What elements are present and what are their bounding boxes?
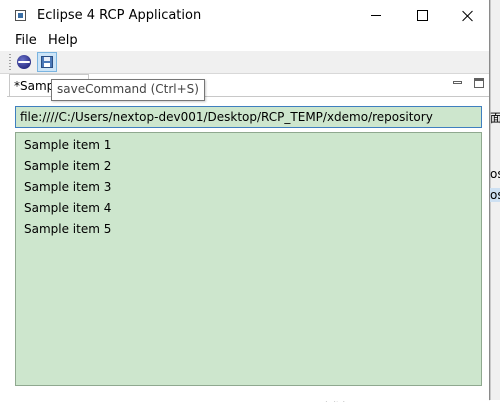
- view-controls: [453, 78, 484, 88]
- maximize-button[interactable]: [399, 0, 445, 31]
- close-icon: [462, 10, 474, 22]
- maximize-icon: [416, 10, 428, 21]
- menu-file[interactable]: File: [15, 33, 37, 48]
- background-text-fragment: 面: [490, 111, 500, 125]
- minimize-icon: [371, 15, 381, 16]
- eclipse-button[interactable]: [14, 52, 34, 72]
- save-icon: [41, 56, 53, 68]
- list-item[interactable]: Sample item 5: [24, 222, 111, 236]
- title-bar[interactable]: Eclipse 4 RCP Application: [0, 0, 489, 31]
- app-icon[interactable]: [15, 10, 26, 21]
- save-command-tooltip: saveCommand (Ctrl+S): [51, 79, 205, 101]
- menu-bar: File Help: [0, 31, 489, 51]
- view-minimize-icon[interactable]: [453, 78, 463, 88]
- close-button[interactable]: [445, 0, 491, 31]
- view-content: file:////C:/Users/nextop-dev001/Desktop/…: [7, 96, 489, 401]
- menu-help[interactable]: Help: [48, 33, 78, 48]
- background-text-fragment: os: [490, 167, 500, 181]
- list-item[interactable]: Sample item 4: [24, 201, 111, 215]
- toolbar-grip[interactable]: [9, 54, 11, 70]
- window-title: Eclipse 4 RCP Application: [37, 8, 202, 23]
- sample-item-list[interactable]: Sample item 1 Sample item 2 Sample item …: [15, 132, 482, 386]
- repository-path-input[interactable]: file:////C:/Users/nextop-dev001/Desktop/…: [15, 106, 482, 128]
- list-item[interactable]: Sample item 3: [24, 180, 111, 194]
- minimize-button[interactable]: [353, 0, 399, 31]
- background-text-fragment: os: [490, 188, 500, 202]
- list-item[interactable]: Sample item 1: [24, 138, 111, 152]
- app-window: Eclipse 4 RCP Application File Help *Sam…: [0, 0, 490, 401]
- view-maximize-icon[interactable]: [474, 78, 484, 88]
- main-toolbar: [0, 51, 489, 74]
- save-button[interactable]: [37, 52, 57, 72]
- list-item[interactable]: Sample item 2: [24, 159, 111, 173]
- eclipse-icon: [17, 55, 31, 69]
